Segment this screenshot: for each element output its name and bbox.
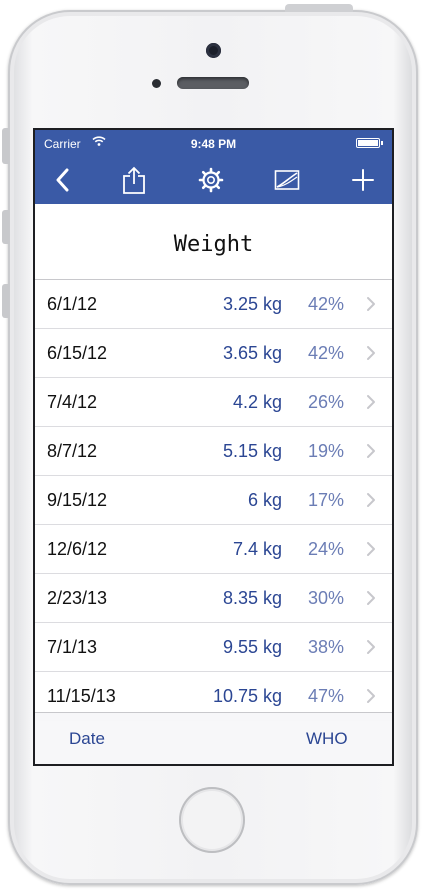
gear-icon <box>198 167 224 193</box>
proximity-sensor <box>152 79 161 88</box>
row-date: 7/4/12 <box>47 392 98 412</box>
back-button[interactable] <box>48 165 78 195</box>
earpiece-speaker <box>177 77 249 89</box>
measurement-row[interactable]: 9/15/12 6 kg 17% <box>35 476 392 525</box>
date-tab[interactable]: Date <box>69 729 105 749</box>
chevron-right-icon <box>367 689 375 703</box>
chart-button[interactable] <box>272 165 302 195</box>
row-weight: 3.25 kg <box>222 294 282 314</box>
who-tab[interactable]: WHO <box>306 729 348 749</box>
status-time: 9:48 PM <box>190 137 237 151</box>
bottom-bar: Date WHO <box>35 712 392 764</box>
chevron-right-icon <box>367 395 375 409</box>
row-percentile: 42% <box>307 343 344 363</box>
measurement-row[interactable]: 8/7/12 5.15 kg 19% <box>35 427 392 476</box>
battery-tip <box>381 141 383 145</box>
row-weight: 7.4 kg <box>232 539 282 559</box>
page-title: Weight <box>173 232 254 257</box>
chevron-right-icon <box>367 493 375 507</box>
chart-icon <box>274 170 300 190</box>
chevron-right-icon <box>367 444 375 458</box>
volume-up-button <box>2 210 9 244</box>
chevron-right-icon <box>367 346 375 360</box>
row-weight: 10.75 kg <box>212 686 282 706</box>
share-button[interactable] <box>119 165 149 195</box>
row-weight: 3.65 kg <box>222 343 282 363</box>
row-weight: 4.2 kg <box>232 392 282 412</box>
measurement-row[interactable]: 2/23/13 8.35 kg 30% <box>35 574 392 623</box>
row-date: 7/1/13 <box>47 637 98 657</box>
row-weight: 9.55 kg <box>222 637 282 657</box>
row-percentile: 42% <box>307 294 344 314</box>
row-date: 6/15/12 <box>47 343 108 363</box>
navigation-bar: Carrier 9:48 PM <box>35 130 392 204</box>
mute-switch <box>2 128 9 164</box>
row-weight: 8.35 kg <box>222 588 282 608</box>
add-button[interactable] <box>348 165 378 195</box>
row-percentile: 17% <box>307 490 344 510</box>
device-stage: Carrier 9:48 PM Weight 6/1/12 3.25 kg 42… <box>0 0 425 890</box>
row-percentile: 26% <box>307 392 344 412</box>
back-chevron-icon <box>56 168 69 192</box>
measurement-row[interactable]: 6/15/12 3.65 kg 42% <box>35 329 392 378</box>
row-date: 8/7/12 <box>47 441 98 461</box>
measurement-row[interactable]: 7/1/13 9.55 kg 38% <box>35 623 392 672</box>
power-button <box>285 4 353 12</box>
title-header: Weight <box>35 204 392 280</box>
row-date: 11/15/13 <box>47 686 116 706</box>
share-icon <box>123 166 145 194</box>
row-percentile: 38% <box>307 637 344 657</box>
measurement-row[interactable]: 12/6/12 7.4 kg 24% <box>35 525 392 574</box>
row-percentile: 47% <box>307 686 344 706</box>
row-weight: 5.15 kg <box>222 441 282 461</box>
row-percentile: 24% <box>307 539 344 559</box>
row-date: 9/15/12 <box>47 490 108 510</box>
battery-icon <box>356 138 380 148</box>
chevron-right-icon <box>367 591 375 605</box>
measurement-list: 6/1/12 3.25 kg 42% 6/15/12 3.65 kg 42% 7/4/12 4… <box>35 280 392 721</box>
settings-button[interactable] <box>196 165 226 195</box>
home-button[interactable] <box>179 787 245 853</box>
measurement-row[interactable]: 7/4/12 4.2 kg 26% <box>35 378 392 427</box>
plus-icon <box>352 169 374 191</box>
measurement-row[interactable]: 6/1/12 3.25 kg 42% <box>35 280 392 329</box>
row-percentile: 30% <box>307 588 344 608</box>
row-weight: 6 kg <box>247 490 282 510</box>
status-bar: Carrier 9:48 PM <box>35 130 392 152</box>
row-percentile: 19% <box>307 441 344 461</box>
app-screen: Carrier 9:48 PM Weight 6/1/12 3.25 kg 42… <box>35 130 392 764</box>
row-date: 12/6/12 <box>47 539 108 559</box>
chevron-right-icon <box>367 297 375 311</box>
volume-down-button <box>2 284 9 318</box>
row-date: 2/23/13 <box>47 588 108 608</box>
front-camera <box>206 43 221 58</box>
row-date: 6/1/12 <box>47 294 98 314</box>
chevron-right-icon <box>367 542 375 556</box>
chevron-right-icon <box>367 640 375 654</box>
